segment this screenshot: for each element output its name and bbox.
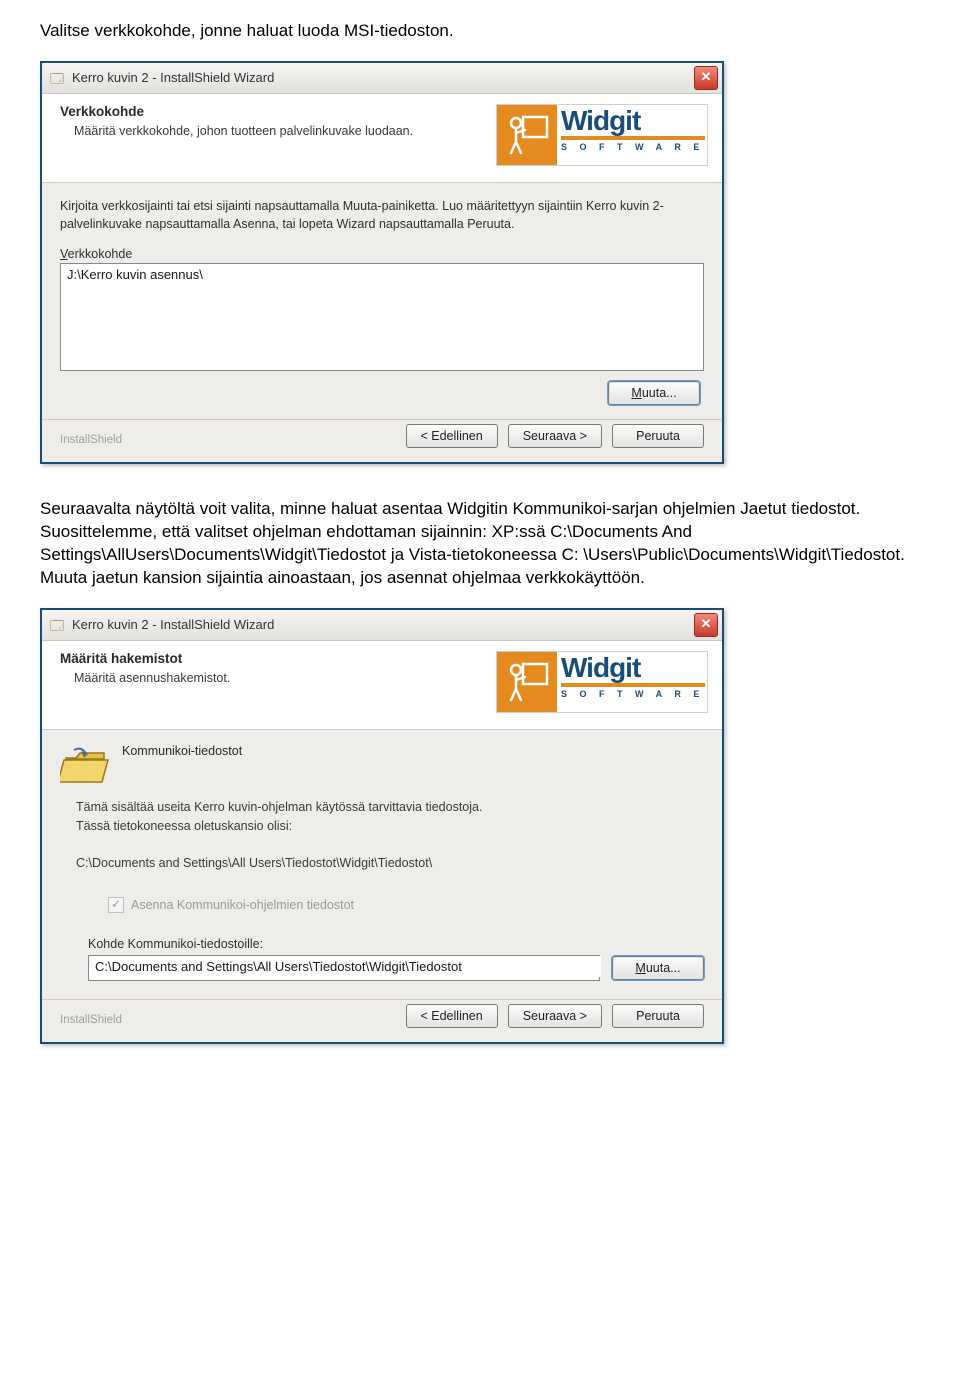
person-at-board-icon (505, 660, 549, 704)
window-title: Kerro kuvin 2 - InstallShield Wizard (72, 617, 694, 632)
folder-desc-2: Tässä tietokoneessa oletuskansio olisi: (76, 817, 704, 836)
titlebar: 🗔 Kerro kuvin 2 - InstallShield Wizard ✕ (42, 63, 722, 94)
widgit-logo: Widgit S O F T W A R E (496, 651, 708, 713)
logo-subtext: S O F T W A R E (561, 689, 705, 699)
install-wizard-dialog-1: 🗔 Kerro kuvin 2 - InstallShield Wizard ✕… (40, 61, 724, 464)
header-subtitle: Määritä asennushakemistot. (60, 671, 496, 685)
dialog-header: Määritä hakemistot Määritä asennushakemi… (42, 641, 722, 730)
instruction-text: Kirjoita verkkosijainti tai etsi sijaint… (60, 197, 704, 233)
install-wizard-dialog-2: 🗔 Kerro kuvin 2 - InstallShield Wizard ✕… (40, 608, 724, 1044)
widgit-logo: Widgit S O F T W A R E (496, 104, 708, 166)
installshield-label: InstallShield (60, 434, 406, 448)
installshield-label: InstallShield (60, 1014, 406, 1028)
target-path-input[interactable] (89, 956, 601, 977)
install-files-checkbox[interactable]: ✓ (108, 897, 124, 913)
back-button[interactable]: < Edellinen (406, 424, 498, 448)
close-button[interactable]: ✕ (694, 66, 718, 90)
folder-desc-1: Tämä sisältää useita Kerro kuvin-ohjelma… (76, 798, 704, 817)
next-button[interactable]: Seuraava > (508, 1004, 602, 1028)
path-textbox-wrap (60, 263, 704, 371)
app-icon: 🗔 (50, 70, 66, 86)
logo-subtext: S O F T W A R E (561, 142, 705, 152)
back-button[interactable]: < Edellinen (406, 1004, 498, 1028)
window-title: Kerro kuvin 2 - InstallShield Wizard (72, 70, 694, 85)
field-label: Verkkokohde (60, 247, 704, 261)
titlebar: 🗔 Kerro kuvin 2 - InstallShield Wizard ✕ (42, 610, 722, 641)
cancel-button[interactable]: Peruuta (612, 424, 704, 448)
target-path-label: Kohde Kommunikoi-tiedostoille: (60, 937, 704, 951)
header-title: Verkkokohde (60, 104, 496, 119)
folder-title: Kommunikoi-tiedostot (122, 744, 242, 758)
app-icon: 🗔 (50, 617, 66, 633)
next-button[interactable]: Seuraava > (508, 424, 602, 448)
person-at-board-icon (505, 113, 549, 157)
open-folder-icon (60, 744, 112, 788)
default-path: C:\Documents and Settings\All Users\Tied… (76, 854, 704, 873)
intro-paragraph-1: Valitse verkkokohde, jonne haluat luoda … (40, 20, 920, 43)
header-subtitle: Määritä verkkokohde, johon tuotteen palv… (60, 124, 496, 138)
cancel-button[interactable]: Peruuta (612, 1004, 704, 1028)
dialog-header: Verkkokohde Määritä verkkokohde, johon t… (42, 94, 722, 183)
logo-text: Widgit (561, 654, 705, 682)
header-title: Määritä hakemistot (60, 651, 496, 666)
close-button[interactable]: ✕ (694, 613, 718, 637)
change-button[interactable]: Muuta... (612, 956, 704, 980)
logo-text: Widgit (561, 107, 705, 135)
checkbox-label: Asenna Kommunikoi-ohjelmien tiedostot (131, 898, 354, 912)
network-path-input[interactable] (61, 264, 702, 285)
intro-paragraph-2: Seuraavalta näytöltä voit valita, minne … (40, 498, 920, 590)
change-button[interactable]: Muuta... (608, 381, 700, 405)
